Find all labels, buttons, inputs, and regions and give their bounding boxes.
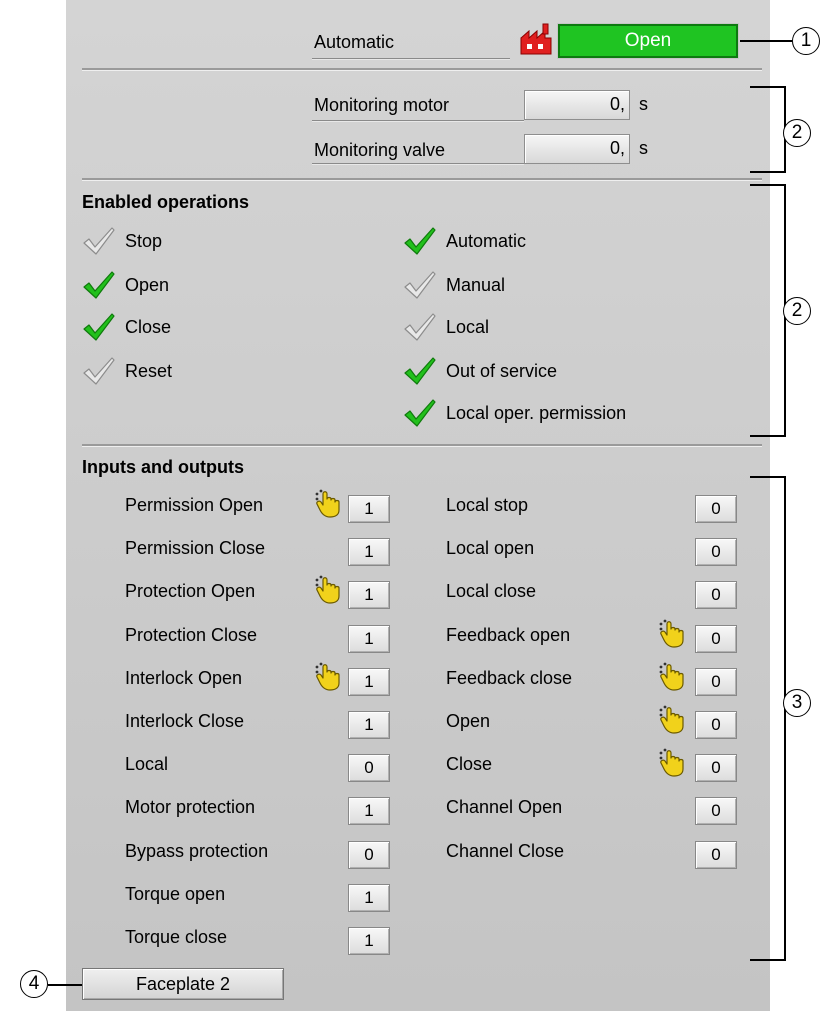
separator-2 [82,178,762,181]
io-label: Torque open [125,884,226,904]
check-gray-icon [82,226,116,256]
monitoring-motor-unit: s [639,94,648,114]
inputs-outputs-title: Inputs and outputs [82,457,244,477]
io-value: 0 [695,668,737,696]
check-green-icon [403,226,437,256]
callout-3-bracket [750,476,786,961]
io-value: 1 [348,581,390,609]
io-value: 1 [348,625,390,653]
check-gray-icon [82,356,116,386]
io-label: Motor protection [125,797,256,817]
io-value: 0 [348,754,390,782]
io-label: Channel Close [446,841,565,861]
io-value: 1 [348,711,390,739]
monitoring-motor-underline [312,120,524,122]
operation-label: Local [446,317,490,337]
io-label: Feedback close [446,668,573,688]
io-label: Channel Open [446,797,563,817]
monitoring-valve-unit: s [639,138,648,158]
check-gray-icon [403,312,437,342]
callout-4: 4 [20,970,48,998]
io-label: Local close [446,581,537,601]
simulation-hand-icon[interactable] [657,704,687,734]
callout-1-leader [740,40,792,42]
callout-3: 3 [783,689,811,717]
io-value: 0 [695,754,737,782]
io-value: 1 [348,538,390,566]
monitoring-valve-label: Monitoring valve [314,140,446,160]
callout-2a-bracket [750,86,786,173]
simulation-hand-icon[interactable] [313,488,343,518]
io-value: 1 [348,495,390,523]
io-label: Open [446,711,491,731]
io-label: Local stop [446,495,529,515]
operation-label: Out of service [446,361,558,381]
callout-1: 1 [792,27,820,55]
io-value: 1 [348,927,390,955]
io-label: Interlock Close [125,711,245,731]
automatic-factory-icon [520,23,552,55]
io-value: 0 [695,841,737,869]
simulation-hand-icon[interactable] [657,618,687,648]
state-open-button[interactable]: Open [558,24,738,58]
simulation-hand-icon[interactable] [657,661,687,691]
monitoring-motor-label: Monitoring motor [314,95,450,115]
io-value: 0 [695,495,737,523]
check-green-icon [403,356,437,386]
monitoring-valve-value[interactable]: 0, [524,134,630,164]
operation-label: Open [125,275,170,295]
callout-2b: 2 [783,297,811,325]
check-green-icon [403,398,437,428]
io-value: 0 [348,841,390,869]
operation-label: Reset [125,361,173,381]
io-value: 0 [695,711,737,739]
io-label: Torque close [125,927,228,947]
io-label: Local [125,754,169,774]
operation-label: Manual [446,275,506,295]
io-value: 1 [348,797,390,825]
operation-label: Close [125,317,172,337]
separator-3 [82,444,762,447]
io-value: 1 [348,668,390,696]
io-label: Permission Close [125,538,266,558]
io-label: Feedback open [446,625,571,645]
io-label: Permission Open [125,495,264,515]
io-value: 0 [695,797,737,825]
io-label: Local open [446,538,535,558]
callout-4-leader [48,984,82,986]
io-label: Interlock Open [125,668,243,688]
simulation-hand-icon[interactable] [657,747,687,777]
operation-label: Automatic [446,231,527,251]
io-value: 0 [695,581,737,609]
io-value: 0 [695,625,737,653]
separator-1 [82,68,762,71]
check-gray-icon [403,270,437,300]
enabled-operations-title: Enabled operations [82,192,250,212]
mode-label: Automatic [314,32,395,52]
callout-2b-bracket [750,184,786,437]
operation-label: Local oper. permission [446,403,627,423]
io-label: Close [446,754,493,774]
io-value: 0 [695,538,737,566]
monitoring-motor-value[interactable]: 0, [524,90,630,120]
check-green-icon [82,270,116,300]
monitoring-valve-underline [312,163,524,165]
io-label: Protection Open [125,581,256,601]
io-label: Bypass protection [125,841,269,861]
callout-2a: 2 [783,119,811,147]
io-label: Protection Close [125,625,258,645]
mode-underline [312,58,510,60]
simulation-hand-icon[interactable] [313,661,343,691]
simulation-hand-icon[interactable] [313,574,343,604]
faceplate-2-button[interactable]: Faceplate 2 [82,968,284,1000]
check-green-icon [82,312,116,342]
operation-label: Stop [125,231,163,251]
io-value: 1 [348,884,390,912]
